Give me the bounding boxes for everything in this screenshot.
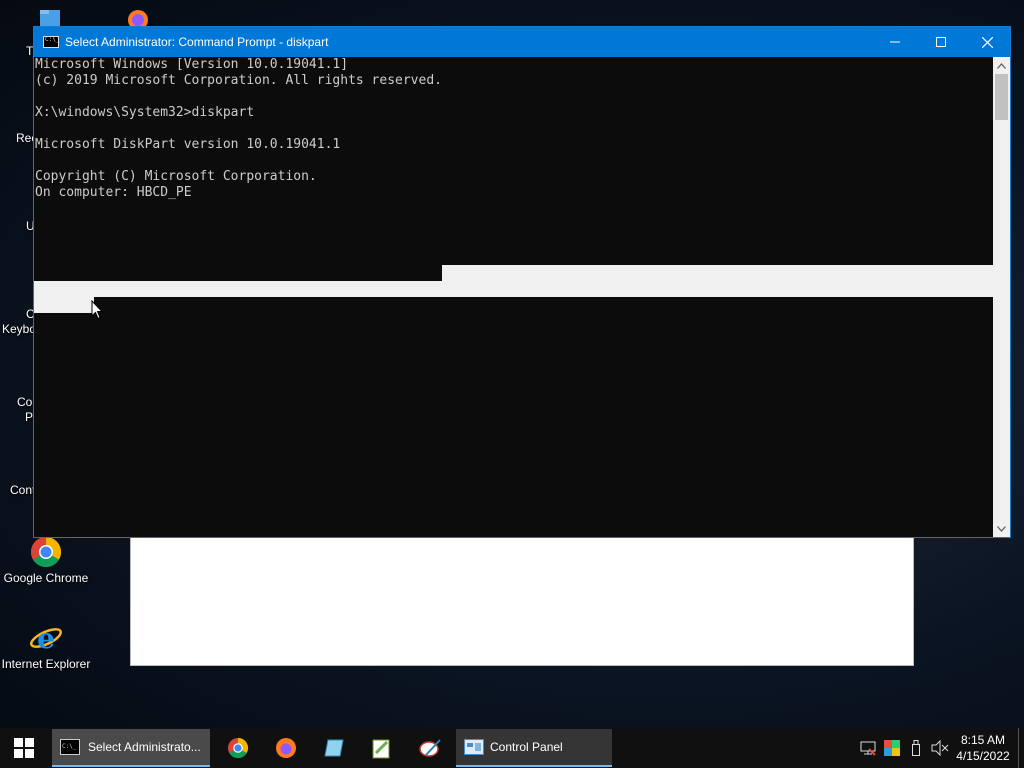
chrome-icon [30, 537, 62, 568]
taskbar-clock[interactable]: 8:15 AM 4/15/2022 [952, 732, 1014, 764]
taskbar-button-label: Control Panel [490, 740, 563, 754]
console-line: Microsoft Windows [Version 10.0.19041.1] [35, 57, 349, 72]
console-line: On computer: HBCD_PE [35, 185, 192, 200]
start-button[interactable] [0, 728, 48, 768]
network-icon [860, 741, 876, 756]
window-titlebar[interactable]: Select Administrator: Command Prompt - d… [34, 27, 1010, 57]
control-panel-icon [464, 739, 484, 755]
console-line: X:\windows\System32>diskpart [35, 105, 255, 120]
text-selection [34, 297, 94, 313]
cmd-icon: C:\_ [60, 739, 80, 755]
cmd-icon [43, 36, 59, 48]
text-selection [442, 265, 994, 281]
notepad-plus-icon [372, 739, 390, 759]
background-window[interactable] [130, 536, 914, 666]
minimize-button[interactable] [872, 27, 918, 57]
taskbar-pinned-chrome[interactable] [214, 728, 262, 768]
tray-network[interactable] [856, 728, 880, 768]
internet-explorer-icon: e [30, 622, 62, 655]
taskbar-button-control-panel[interactable]: Control Panel [456, 729, 612, 767]
usb-icon [912, 740, 920, 756]
console-area[interactable]: Microsoft Windows [Version 10.0.19041.1]… [34, 57, 994, 537]
desktop-label-partial: Cont [10, 483, 36, 497]
console-line: (c) 2019 Microsoft Corporation. All righ… [35, 73, 442, 88]
tray-usb[interactable] [904, 728, 928, 768]
taskbar: C:\_ Select Administrato... Control Pane… [0, 728, 1024, 768]
notepad-icon [324, 739, 344, 757]
volume-muted-icon [931, 740, 949, 756]
command-prompt-window[interactable]: Select Administrator: Command Prompt - d… [33, 26, 1011, 538]
taskbar-pinned-notepad[interactable] [310, 728, 358, 768]
maximize-icon [936, 37, 946, 47]
system-tray: 8:15 AM 4/15/2022 [856, 728, 1024, 768]
clock-time: 8:15 AM [960, 733, 1006, 747]
vertical-scrollbar[interactable] [993, 57, 1010, 537]
minimize-icon [890, 41, 900, 43]
taskbar-button-cmd[interactable]: C:\_ Select Administrato... [52, 729, 210, 767]
desktop-label-partial: Keybo [2, 322, 37, 336]
desktop-icon-label: Google Chrome [3, 571, 89, 585]
show-desktop-button[interactable] [1018, 728, 1024, 768]
close-icon [981, 36, 993, 48]
chevron-up-icon [997, 62, 1006, 69]
taskbar-pinned-notepad-plus[interactable] [358, 728, 406, 768]
close-button[interactable] [964, 27, 1010, 57]
svg-text:e: e [37, 622, 55, 654]
color-icon [884, 740, 900, 756]
clock-date: 4/15/2022 [956, 749, 1010, 763]
firefox-icon [276, 738, 296, 758]
desktop-label-partial: P [25, 410, 34, 424]
desktop-label-partial: Co [17, 395, 33, 409]
console-line: Copyright (C) Microsoft Corporation. [35, 169, 317, 184]
maximize-button[interactable] [918, 27, 964, 57]
tray-color[interactable] [880, 728, 904, 768]
desktop-icon-label: Internet Explorer [1, 657, 91, 671]
chrome-icon [228, 737, 249, 759]
taskbar-pinned-paint[interactable] [406, 728, 454, 768]
scroll-up-button[interactable] [993, 57, 1010, 74]
scroll-down-button[interactable] [993, 520, 1010, 537]
paint-icon [419, 739, 441, 757]
taskbar-pinned-firefox[interactable] [262, 728, 310, 768]
console-line: Microsoft DiskPart version 10.0.19041.1 [35, 137, 341, 152]
taskbar-button-label: Select Administrato... [88, 740, 201, 754]
chevron-down-icon [997, 525, 1006, 532]
tray-volume[interactable] [928, 728, 952, 768]
svg-text:C:\_: C:\_ [62, 743, 77, 750]
windows-start-icon [14, 738, 34, 758]
console-output: Microsoft Windows [Version 10.0.19041.1]… [34, 57, 442, 201]
desktop-icon-chrome[interactable]: Google Chrome [0, 536, 92, 585]
text-selection [34, 281, 994, 297]
mouse-cursor-icon [91, 300, 103, 320]
desktop-icon-internet-explorer[interactable]: e Internet Explorer [0, 622, 92, 671]
scroll-thumb[interactable] [995, 74, 1008, 120]
window-title: Select Administrator: Command Prompt - d… [65, 35, 329, 49]
